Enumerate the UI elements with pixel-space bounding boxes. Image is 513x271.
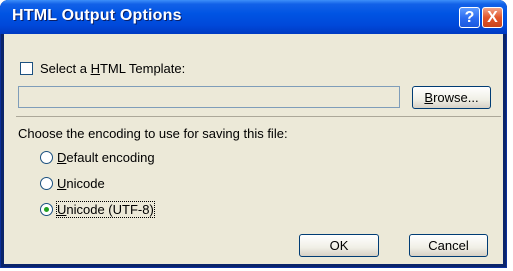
dialog-client-area: Select a HTML Template: Browse... Choose… <box>4 34 503 264</box>
title-bar[interactable]: HTML Output Options ? X <box>0 0 507 34</box>
window-title: HTML Output Options <box>12 7 182 24</box>
radio-default-encoding[interactable] <box>40 151 53 164</box>
help-button[interactable]: ? <box>459 7 480 28</box>
separator <box>16 116 501 117</box>
close-icon: X <box>487 9 498 26</box>
radio-unicode[interactable] <box>40 177 53 190</box>
radio-selected-dot <box>44 207 49 212</box>
select-template-checkbox[interactable] <box>20 62 33 75</box>
encoding-prompt: Choose the encoding to use for saving th… <box>18 126 288 141</box>
browse-button[interactable]: Browse... <box>412 86 491 109</box>
dialog-window: HTML Output Options ? X Select a HTML Te… <box>0 0 507 268</box>
ok-button[interactable]: OK <box>299 234 379 257</box>
radio-default-encoding-label[interactable]: Default encoding <box>57 150 155 165</box>
select-template-label[interactable]: Select a HTML Template: <box>40 61 185 76</box>
cancel-button[interactable]: Cancel <box>409 234 488 257</box>
help-icon: ? <box>464 9 475 26</box>
radio-unicode-label[interactable]: Unicode <box>57 176 105 191</box>
radio-unicode-utf8-label[interactable]: Unicode (UTF-8) <box>56 201 155 218</box>
close-button[interactable]: X <box>482 7 503 28</box>
template-path-input[interactable] <box>18 86 400 108</box>
radio-unicode-utf8[interactable] <box>40 203 53 216</box>
